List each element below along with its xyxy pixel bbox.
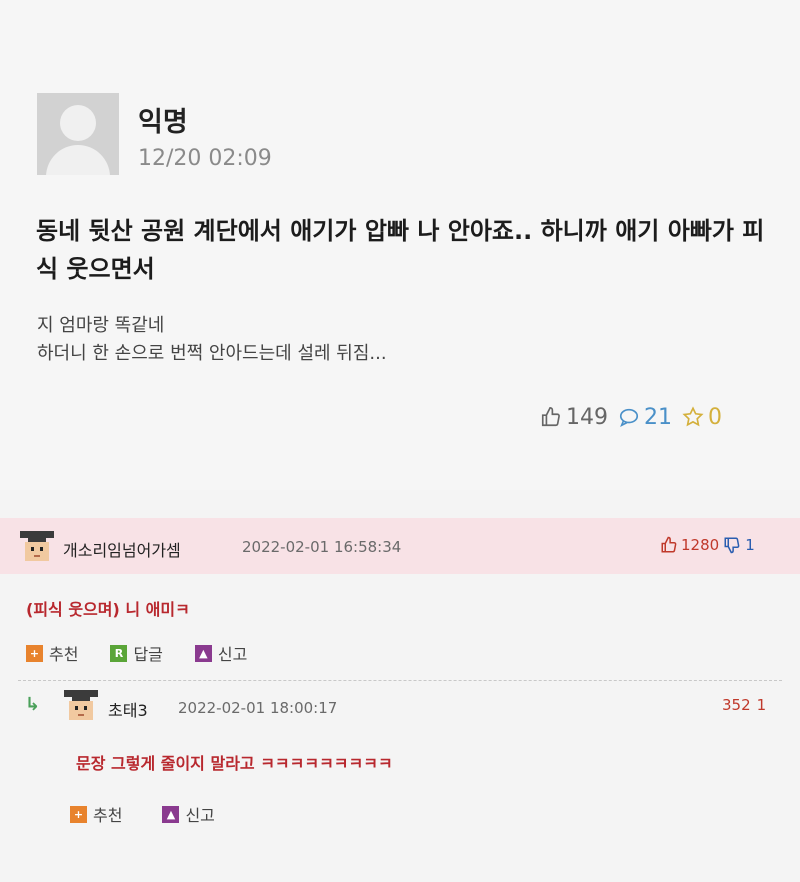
reply-timestamp: 2022-02-01 18:00:17 <box>178 699 338 717</box>
reply-text: 문장 그렇게 줄이지 말라고 ㅋㅋㅋㅋㅋㅋㅋㅋㅋ <box>76 754 393 773</box>
post-author: 익명 <box>138 107 188 138</box>
comment-count: 21 <box>644 404 672 430</box>
reply-upvote-count[interactable]: 352 <box>722 696 751 714</box>
siren-icon: ▲ <box>162 805 180 823</box>
comment-actions: + 추천 R 답글 ▲ 신고 <box>26 641 279 665</box>
plus-icon: + <box>70 805 87 823</box>
comment-count-button[interactable]: 21 <box>618 405 672 430</box>
report-button[interactable]: ▲ 신고 <box>162 802 215 826</box>
like-button[interactable]: 149 <box>540 405 608 430</box>
reply-author[interactable]: 초태3 <box>108 697 148 721</box>
comment-author[interactable]: 개소리임넘어가셈 <box>63 537 181 561</box>
comment-downvote-count: 1 <box>745 536 755 554</box>
comment-text: (피식 웃으며) 니 애미ㅋ <box>26 600 190 619</box>
thumbs-up-icon[interactable] <box>660 536 678 554</box>
reply-button[interactable]: R 답글 <box>110 641 163 665</box>
thumbs-down-icon[interactable] <box>723 536 741 554</box>
comment-upvote-count: 1280 <box>681 536 720 554</box>
post-stats: 149 21 0 <box>540 400 722 434</box>
like-count: 149 <box>566 404 608 430</box>
report-label: 신고 <box>185 806 215 825</box>
comment-divider <box>18 680 782 681</box>
speech-bubble-icon <box>619 408 639 427</box>
report-label: 신고 <box>217 645 248 664</box>
pixel-avatar-icon <box>20 531 54 561</box>
reply-icon: R <box>110 644 128 662</box>
post-body: 지 엄마랑 똑같네 하더니 한 손으로 번쩍 안아드는데 설레 뒤짐... <box>37 312 777 368</box>
post-timestamp: 12/20 02:09 <box>138 146 272 171</box>
post-body-line: 하더니 한 손으로 번쩍 안아드는데 설레 뒤짐... <box>37 343 387 364</box>
post-card: 익명 12/20 02:09 동네 뒷산 공원 계단에서 애기가 압빠 나 안아… <box>0 0 800 490</box>
recommend-label: 추천 <box>49 645 79 664</box>
recommend-label: 추천 <box>93 806 123 825</box>
reply-downvote-count[interactable]: 1 <box>757 696 767 714</box>
star-icon <box>682 406 704 427</box>
reply-label: 답글 <box>133 645 163 664</box>
post-title: 동네 뒷산 공원 계단에서 애기가 압빠 나 안아죠.. 하니까 애기 아빠가 … <box>36 217 765 283</box>
reply-actions: + 추천 ▲ 신고 <box>70 802 247 826</box>
scrap-count: 0 <box>708 404 722 430</box>
report-button[interactable]: ▲ 신고 <box>194 641 248 665</box>
siren-icon: ▲ <box>194 644 212 662</box>
scrap-button[interactable]: 0 <box>682 405 722 430</box>
plus-icon: + <box>26 644 43 662</box>
thumbs-up-icon <box>541 407 560 427</box>
post-body-line: 지 엄마랑 똑같네 <box>37 315 165 336</box>
comment-timestamp: 2022-02-01 16:58:34 <box>242 538 402 556</box>
comment-votes: 1280 1 <box>660 536 755 554</box>
recommend-button[interactable]: + 추천 <box>26 641 78 665</box>
reply-votes: 352 1 <box>722 696 766 714</box>
default-avatar-icon <box>37 93 119 175</box>
reply-arrow-icon: ↳ <box>25 694 41 715</box>
pixel-avatar-icon <box>64 690 98 720</box>
recommend-button[interactable]: + 추천 <box>70 802 122 826</box>
comment-header: 개소리임넘어가셈 2022-02-01 16:58:34 1280 1 <box>0 518 800 574</box>
